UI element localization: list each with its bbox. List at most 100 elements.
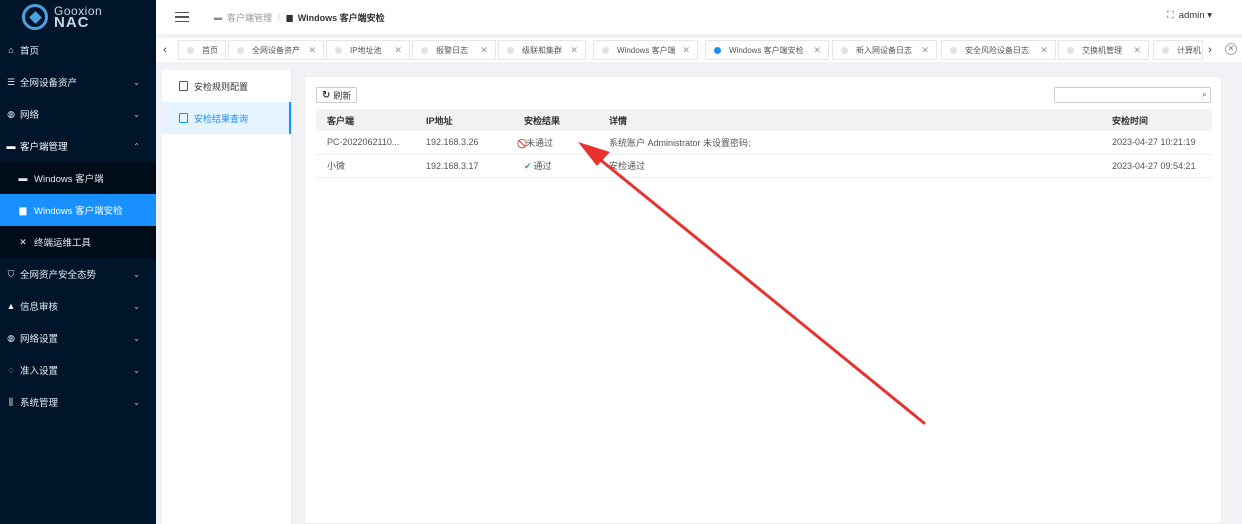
chevron-down-icon: ⌄	[133, 397, 140, 407]
sidebar-item-network[interactable]: ◍ 网络 ⌄	[0, 98, 156, 130]
tab-dot-icon	[950, 46, 957, 54]
sidebar-item-security-posture[interactable]: ⛉ 全网资产安全态势 ⌄	[0, 258, 156, 290]
tab-label: 全网设备资产	[252, 45, 300, 55]
tab-label: 交换机管理	[1082, 45, 1122, 55]
sidebar-item-label: 首页	[20, 46, 40, 57]
user-name: admin ▾	[1178, 10, 1212, 21]
sidebar-item-windows-client[interactable]: ▬ Windows 客户端	[0, 162, 156, 194]
sidebar-item-label: 网络设置	[20, 334, 59, 345]
tab-cascade-cluster[interactable]: 级联和集群 ✕	[498, 40, 586, 60]
tabs-scroll-right-icon[interactable]: ›	[1201, 38, 1219, 62]
tab-ip-pool[interactable]: IP地址池 ✕	[326, 40, 410, 60]
tabs-scroll-left-icon[interactable]: ‹	[156, 38, 174, 62]
search-icon[interactable]: ⌕	[1202, 89, 1207, 100]
close-icon[interactable]: ✕	[1133, 45, 1141, 56]
chevron-down-icon: ⌄	[133, 269, 140, 279]
tab-risk-device-log[interactable]: 安全风险设备日志 ✕	[941, 40, 1056, 60]
tab-windows-client[interactable]: Windows 客户端 ✕	[593, 40, 698, 60]
close-icon[interactable]: ✕	[921, 45, 929, 56]
cell-result: ✔ 通过	[513, 154, 598, 178]
tab-dot-icon	[714, 46, 721, 54]
breadcrumb-parent[interactable]: 客户端管理	[227, 11, 272, 24]
subnav-item-label: 安检规则配置	[194, 81, 249, 92]
chevron-down-icon: ⌄	[133, 77, 140, 87]
sidebar-item-label: 准入设置	[20, 366, 59, 377]
result-label: 未通过	[526, 137, 554, 148]
column-header-time[interactable]: 安检时间	[1101, 109, 1212, 131]
refresh-button[interactable]: ↻ 刷新	[316, 87, 358, 103]
tab-label: Windows 客户端安检	[729, 45, 804, 55]
logo-line2: NAC	[54, 14, 90, 31]
table-row[interactable]: 小微 192.168.3.17 ✔ 通过 安检通过 2023-04-27 09:5…	[316, 154, 1212, 178]
document-icon: ▆	[19, 204, 27, 215]
menu-toggle-icon[interactable]	[175, 9, 189, 26]
tab-switch-management[interactable]: 交换机管理 ✕	[1058, 40, 1149, 60]
sidebar-item-network-settings[interactable]: ◍ 网络设置 ⌄	[0, 322, 156, 354]
cell-ip: 192.168.3.26	[415, 131, 513, 155]
access-icon: ◌	[8, 365, 14, 375]
close-icon[interactable]: ✕	[813, 45, 821, 56]
sidebar-item-label: 系统管理	[20, 398, 59, 409]
sidebar-item-home[interactable]: ⌂ 首页	[0, 34, 156, 66]
close-icon[interactable]: ✕	[480, 45, 488, 56]
sidebar-item-label: 全网设备资产	[20, 78, 78, 89]
sidebar-item-label: Windows 客户端安检	[34, 206, 123, 217]
column-header-detail[interactable]: 详情	[598, 109, 1101, 131]
sidebar-item-terminal-tools[interactable]: ✕ 终端运维工具	[0, 226, 156, 258]
column-header-ip[interactable]: IP地址	[415, 109, 513, 131]
list-icon: ☰	[6, 76, 16, 87]
column-header-client[interactable]: 客户端	[316, 109, 415, 131]
sidebar-item-client-management[interactable]: ▬ 客户端管理 ⌃	[0, 130, 156, 162]
refresh-label: 刷新	[333, 90, 352, 101]
sidebar-item-windows-client-check[interactable]: ▆ Windows 客户端安检	[0, 194, 156, 226]
logo: Gooxion NAC	[0, 0, 156, 34]
tab-home[interactable]: 首页	[178, 40, 226, 60]
tab-label: 安全风险设备日志	[965, 45, 1029, 55]
column-header-result[interactable]: 安检结果	[513, 109, 598, 131]
sidebar-item-info-audit[interactable]: ▲ 信息审核 ⌄	[0, 290, 156, 322]
document-icon: ▆	[286, 12, 293, 22]
tab-dot-icon	[1162, 46, 1169, 54]
tab-dot-icon	[602, 46, 609, 54]
breadcrumb-separator: /	[278, 12, 281, 22]
tab-computer[interactable]: 计算机	[1153, 40, 1203, 60]
audit-icon: ▲	[6, 301, 16, 311]
table-header-row: 客户端 IP地址 安检结果 详情 安检时间	[316, 109, 1212, 131]
tabs-bar: ‹ 首页 全网设备资产 ✕ IP地址池 ✕ 报警日志 ✕ 级联和集群 ✕ Win…	[156, 38, 1242, 62]
subnav-item-check-results[interactable]: 安检结果查询	[162, 102, 291, 134]
sidebar-item-label: 网络	[20, 110, 40, 121]
search-input[interactable]: ⌕	[1054, 87, 1211, 103]
toolbar: ↻ 刷新 ⌕	[305, 77, 1221, 109]
tools-icon: ✕	[19, 236, 27, 247]
close-icon[interactable]: ✕	[570, 45, 578, 56]
sidebar-item-system-management[interactable]: ⫼ 系统管理 ⌄	[0, 386, 156, 418]
subnav-item-check-rules[interactable]: 安检规则配置	[162, 70, 291, 102]
logo-icon	[22, 4, 48, 30]
sidebar-item-label: 全网资产安全态势	[20, 270, 97, 281]
cell-client: PC-2022062110...	[316, 131, 415, 155]
sidebar-item-access-settings[interactable]: ◌ 准入设置 ⌄	[0, 354, 156, 386]
edit-icon	[179, 113, 188, 123]
home-icon: ⌂	[8, 45, 14, 55]
close-icon[interactable]: ✕	[308, 45, 316, 56]
cell-result: ⃠未通过	[513, 131, 598, 155]
breadcrumb-current: Windows 客户端安检	[297, 12, 385, 23]
close-icon[interactable]: ✕	[682, 45, 690, 56]
sidebar-item-assets[interactable]: ☰ 全网设备资产 ⌄	[0, 66, 156, 98]
tab-windows-client-check[interactable]: Windows 客户端安检 ✕	[705, 40, 829, 60]
tab-dot-icon	[507, 46, 514, 54]
close-icon[interactable]: ✕	[394, 45, 402, 56]
close-icon[interactable]: ✕	[1040, 45, 1048, 56]
fullscreen-icon[interactable]: ⛶	[1167, 10, 1174, 21]
results-table: 客户端 IP地址 安检结果 详情 安检时间 PC-2022062110... 1…	[316, 109, 1212, 178]
tab-all-assets[interactable]: 全网设备资产 ✕	[228, 40, 324, 60]
sidebar-item-label: 客户端管理	[20, 142, 68, 153]
table-row[interactable]: PC-2022062110... 192.168.3.26 ⃠未通过 系统账户 …	[316, 131, 1212, 155]
tab-label: 新入网设备日志	[856, 45, 912, 55]
tab-dot-icon	[187, 46, 194, 54]
tab-alarm-log[interactable]: 报警日志 ✕	[412, 40, 496, 60]
close-all-tabs-icon[interactable]: ✕	[1225, 43, 1237, 55]
tab-new-device-log[interactable]: 新入网设备日志 ✕	[832, 40, 937, 60]
tab-label: 计算机	[1177, 45, 1201, 55]
user-menu[interactable]: ⛶ admin ▾	[1167, 10, 1212, 21]
